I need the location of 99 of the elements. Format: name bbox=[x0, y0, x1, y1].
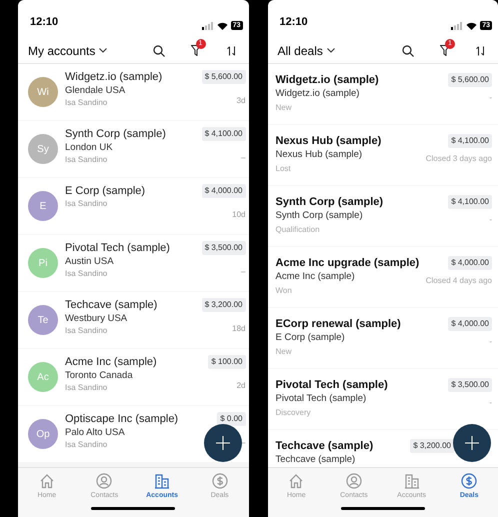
account-name: Widgetz.io (sample) bbox=[65, 70, 164, 84]
deal-account: Widgetz.io (sample) bbox=[276, 87, 360, 101]
search-icon bbox=[152, 44, 164, 56]
person-circle-icon bbox=[96, 473, 112, 489]
deal-account: Techcave (sample) bbox=[276, 453, 356, 467]
wifi-icon bbox=[216, 22, 228, 30]
deal-name: Widgetz.io (sample) bbox=[276, 73, 380, 87]
chevron-down-icon bbox=[99, 48, 108, 53]
amount-tag: $ 4,000.00 bbox=[202, 184, 246, 198]
account-name: Pivotal Tech (sample) bbox=[65, 241, 171, 255]
deal-account: E Corp (sample) bbox=[276, 331, 346, 345]
account-name: Techcave (sample) bbox=[65, 298, 158, 312]
avatar: E bbox=[28, 191, 58, 221]
deal-account: Nexus Hub (sample) bbox=[276, 148, 364, 162]
account-location: Glendale USA bbox=[65, 84, 126, 97]
account-owner: Isa Sandino bbox=[65, 439, 108, 451]
amount-tag: $ 3,500.00 bbox=[202, 241, 246, 255]
account-owner: Isa Sandino bbox=[65, 382, 108, 394]
avatar: Sy bbox=[28, 134, 58, 164]
view-selector[interactable]: All deals bbox=[278, 42, 335, 60]
account-location: Westbury USA bbox=[65, 312, 128, 325]
amount-tag: $ 3,200.00 bbox=[202, 298, 246, 312]
signal-icon bbox=[451, 22, 464, 30]
amount-tag: $ 4,000.00 bbox=[448, 317, 492, 331]
wifi-icon bbox=[466, 22, 478, 30]
close-date: Closed 4 days ago bbox=[426, 276, 492, 286]
avatar: Ac bbox=[28, 362, 58, 392]
buildings-icon bbox=[404, 473, 420, 489]
age-label: – bbox=[241, 267, 246, 277]
deal-stage: New bbox=[276, 346, 293, 358]
deal-account: Acme Inc (sample) bbox=[276, 270, 356, 284]
deal-name: Pivotal Tech (sample) bbox=[276, 378, 389, 392]
deal-stage: New bbox=[276, 102, 293, 114]
filter-icon bbox=[190, 45, 200, 56]
amount-tag: $ 5,600.00 bbox=[448, 73, 492, 87]
deal-stage: Won bbox=[276, 285, 293, 297]
plus-icon bbox=[216, 436, 230, 450]
account-name: Synth Corp (sample) bbox=[65, 127, 167, 141]
home-icon bbox=[288, 473, 304, 489]
account-location: Toronto Canada bbox=[65, 369, 134, 382]
sort-icon bbox=[476, 46, 486, 56]
account-name: Acme Inc (sample) bbox=[65, 355, 158, 369]
close-date: - bbox=[489, 398, 492, 408]
account-location: Austin USA bbox=[65, 255, 115, 268]
amount-tag: $ 0.00 bbox=[217, 412, 246, 426]
status-time: 12:10 bbox=[30, 14, 58, 30]
avatar: Pi bbox=[28, 248, 58, 278]
account-owner: Isa Sandino bbox=[65, 268, 108, 280]
dollar-circle-icon bbox=[212, 473, 228, 489]
deal-name: Acme Inc upgrade (sample) bbox=[276, 256, 420, 270]
deal-stage: Qualification bbox=[276, 224, 321, 236]
age-label: – bbox=[241, 153, 246, 163]
sort-icon bbox=[226, 46, 236, 56]
account-owner: Isa Sandino bbox=[65, 325, 108, 337]
age-label: 18d bbox=[232, 324, 246, 334]
status-time: 12:10 bbox=[280, 14, 308, 30]
deal-name: Nexus Hub (sample) bbox=[276, 134, 382, 148]
account-owner: Isa Sandino bbox=[65, 198, 108, 210]
deal-name: Synth Corp (sample) bbox=[276, 195, 384, 209]
amount-tag: $ 3,200.00 bbox=[410, 439, 454, 453]
age-label: 2d bbox=[236, 381, 246, 391]
account-name: E Corp (sample) bbox=[65, 184, 146, 198]
plus-icon bbox=[465, 436, 479, 450]
dollar-circle-icon bbox=[461, 473, 478, 489]
avatar: Te bbox=[28, 305, 58, 335]
amount-tag: $ 4,000.00 bbox=[448, 256, 492, 270]
account-owner: Isa Sandino bbox=[65, 97, 108, 109]
account-owner: Isa Sandino bbox=[65, 154, 108, 166]
age-label: 3d bbox=[236, 96, 246, 106]
amount-tag: $ 3,500.00 bbox=[448, 378, 492, 392]
deal-stage: Lost bbox=[276, 163, 292, 175]
deal-stage: Discovery bbox=[276, 407, 312, 419]
buildings-icon bbox=[154, 473, 170, 489]
amount-tag: $ 4,100.00 bbox=[202, 127, 246, 141]
chevron-down-icon bbox=[326, 48, 335, 53]
home-icon bbox=[38, 473, 55, 489]
filter-icon bbox=[440, 45, 450, 56]
deal-name: Techcave (sample) bbox=[276, 439, 374, 453]
amount-tag: $ 5,600.00 bbox=[202, 70, 246, 84]
account-location: Palo Alto USA bbox=[65, 426, 126, 439]
close-date: - bbox=[489, 215, 492, 225]
close-date: Closed 3 days ago bbox=[426, 154, 492, 164]
amount-tag: $ 100.00 bbox=[208, 355, 246, 369]
avatar: Wi bbox=[28, 77, 58, 107]
close-date: - bbox=[489, 337, 492, 347]
account-name: Optiscape Inc (sample) bbox=[65, 412, 180, 426]
deal-account: Synth Corp (sample) bbox=[276, 209, 364, 223]
avatar: Op bbox=[28, 419, 58, 449]
deal-name: ECorp renewal (sample) bbox=[276, 317, 402, 331]
person-circle-icon bbox=[346, 473, 362, 489]
deal-account: Pivotal Tech (sample) bbox=[276, 392, 368, 406]
account-location: London UK bbox=[65, 141, 114, 154]
signal-icon bbox=[202, 22, 214, 30]
age-label: 10d bbox=[232, 210, 246, 220]
search-icon bbox=[402, 44, 414, 56]
close-date: - bbox=[489, 93, 492, 103]
amount-tag: $ 4,100.00 bbox=[448, 195, 492, 209]
amount-tag: $ 4,100.00 bbox=[448, 134, 492, 148]
view-selector[interactable]: My accounts bbox=[28, 42, 108, 60]
